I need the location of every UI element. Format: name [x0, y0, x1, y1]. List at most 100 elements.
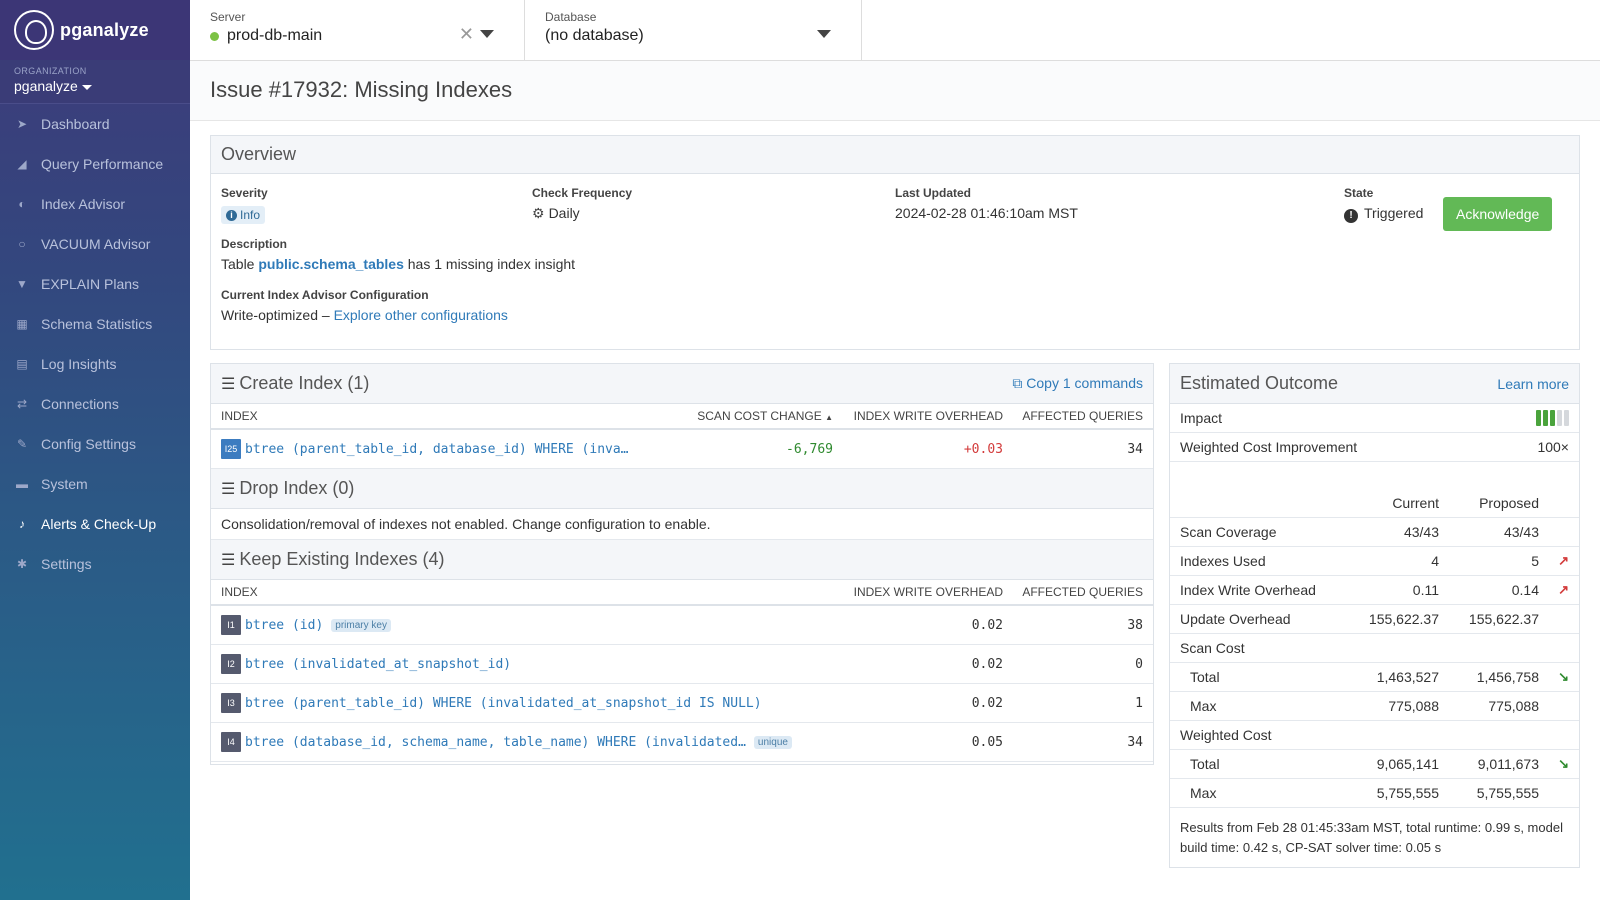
description-prefix: Table — [221, 256, 255, 272]
org-switcher[interactable]: ORGANIZATION pganalyze — [0, 60, 190, 104]
proposed-value: 155,622.37 — [1468, 611, 1539, 627]
log-icon: ▤ — [16, 357, 28, 371]
write-overhead: 0.02 — [971, 695, 1003, 711]
write-overhead: 0.05 — [971, 734, 1003, 750]
sidebar-item-vacuum-advisor[interactable]: ○ VACUUM Advisor — [0, 224, 190, 264]
affected-queries: 0 — [1135, 656, 1143, 672]
copy-commands-label: Copy 1 commands — [1026, 375, 1143, 391]
table-row[interactable]: I25 btree (parent_table_id, database_id)… — [211, 430, 1153, 469]
weighted-improvement-row: Weighted Cost Improvement 100× — [1170, 433, 1579, 462]
outcome-row: Scan Coverage 43/43 43/43 — [1170, 518, 1579, 547]
rocket-icon: ➤ — [16, 117, 28, 131]
outcome-label: Weighted Cost — [1180, 727, 1272, 743]
calendar-icon: ⚙ — [532, 205, 545, 221]
impact-bar — [1550, 410, 1555, 426]
sidebar: pganalyze ORGANIZATION pganalyze ➤ Dashbo… — [0, 0, 190, 900]
sidebar-item-label: VACUUM Advisor — [41, 236, 151, 252]
col-scan-cost[interactable]: SCAN COST CHANGE ▲ — [673, 409, 833, 423]
weighted-value: 100× — [1537, 439, 1569, 455]
logo[interactable]: pganalyze — [0, 0, 190, 60]
outcome-row: Max 5,755,555 5,755,555 — [1170, 779, 1579, 808]
sidebar-item-explain-plans[interactable]: ▼ EXPLAIN Plans — [0, 264, 190, 304]
learn-more-link[interactable]: Learn more — [1497, 376, 1569, 392]
chevron-down-icon[interactable] — [817, 30, 831, 38]
frequency-value: Daily — [548, 205, 580, 221]
table-row[interactable]: I3 btree (parent_table_id) WHERE (invalid… — [211, 684, 1153, 723]
col-write-overhead: INDEX WRITE OVERHEAD — [853, 585, 1003, 599]
table-row[interactable]: I1 btree (id) primary key 0.02 38 — [211, 606, 1153, 645]
sidebar-item-settings[interactable]: ✱ Settings — [0, 544, 190, 584]
sidebar-item-dashboard[interactable]: ➤ Dashboard — [0, 104, 190, 144]
index-type-badge: unique — [753, 735, 792, 749]
impact-bar — [1564, 410, 1569, 426]
sidebar-item-label: Alerts & Check-Up — [41, 516, 157, 532]
proposed-value: 5,755,555 — [1476, 785, 1539, 801]
drop-index-title: Drop Index (0) — [239, 478, 355, 498]
outcome-label: Update Overhead — [1180, 611, 1291, 627]
table-link[interactable]: public.schema_tables — [258, 256, 404, 272]
drop-index-icon: ☰ — [221, 480, 236, 498]
keep-index-title: Keep Existing Indexes (4) — [239, 549, 445, 569]
sidebar-item-index-advisor[interactable]: ◐ Index Advisor — [0, 184, 190, 224]
index-icon: ◐ — [18, 197, 26, 211]
table-icon: ▦ — [16, 317, 28, 331]
acknowledge-button[interactable]: Acknowledge — [1443, 197, 1553, 231]
index-definition-link[interactable]: btree (database_id, schema_name, table_n… — [245, 735, 746, 750]
updated-field: Last Updated 2024-02-28 01:46:10am MST — [895, 186, 1078, 221]
main-content: Issue #17932: Missing Indexes Overview S… — [190, 61, 1600, 900]
sidebar-item-label: Dashboard — [41, 116, 110, 132]
server-icon: ▬ — [16, 477, 28, 491]
overview-title: Overview — [211, 136, 1579, 174]
current-value: 0.11 — [1412, 582, 1439, 598]
scan-cost-change: -6,769 — [786, 441, 833, 457]
database-selector[interactable]: Database (no database) — [525, 0, 862, 60]
clear-icon[interactable]: ✕ — [459, 24, 474, 45]
wrench-icon: ✎ — [16, 437, 28, 451]
connections-icon: ⇄ — [16, 397, 28, 411]
index-definition-link[interactable]: btree (parent_table_id) WHERE (invalidat… — [245, 696, 762, 711]
sidebar-item-label: Query Performance — [41, 156, 164, 172]
explore-configurations-link[interactable]: Explore other configurations — [334, 307, 508, 323]
config-field: Current Index Advisor Configuration Writ… — [221, 288, 508, 323]
col-affected-queries: AFFECTED QUERIES — [1022, 409, 1143, 423]
create-index-table-header: INDEX SCAN COST CHANGE ▲ INDEX WRITE OVE… — [211, 404, 1153, 430]
col-current: Current — [1392, 495, 1439, 511]
severity-field: Severity i Info — [221, 186, 268, 224]
sidebar-item-query-performance[interactable]: ◢ Query Performance — [0, 144, 190, 184]
chevron-down-icon[interactable] — [480, 30, 494, 38]
impact-bar — [1557, 410, 1562, 426]
sidebar-item-connections[interactable]: ⇄ Connections — [0, 384, 190, 424]
index-type-badge: primary key — [331, 618, 391, 632]
sidebar-item-label: Settings — [41, 556, 92, 572]
create-index-icon: ☰ — [221, 376, 236, 393]
sidebar-item-system[interactable]: ▬ System — [0, 464, 190, 504]
col-index: INDEX — [221, 409, 258, 423]
caret-down-icon — [81, 84, 92, 90]
index-definition-link[interactable]: btree (parent_table_id, database_id) WHE… — [245, 442, 673, 457]
server-caption: Server — [210, 10, 246, 24]
severity-label: Severity — [221, 186, 268, 200]
server-selector[interactable]: Server prod-db-main ✕ — [190, 0, 525, 60]
sidebar-item-schema-statistics[interactable]: ▦ Schema Statistics — [0, 304, 190, 344]
filter-icon: ▼ — [16, 277, 28, 291]
sidebar-item-config-settings[interactable]: ✎ Config Settings — [0, 424, 190, 464]
table-row[interactable]: I2 btree (invalidated_at_snapshot_id) 0.02… — [211, 645, 1153, 684]
index-definition-link[interactable]: btree (id) — [245, 618, 323, 633]
copy-commands-button[interactable]: ⧉ Copy 1 commands — [1012, 375, 1143, 392]
pganalyze-logo-icon — [14, 10, 54, 50]
sidebar-item-alerts-check-up[interactable]: ♪ Alerts & Check-Up — [0, 504, 190, 544]
frequency-label: Check Frequency — [532, 186, 633, 200]
sidebar-item-log-insights[interactable]: ▤ Log Insights — [0, 344, 190, 384]
index-panel: ☰ Create Index (1) ⧉ Copy 1 commands INDE… — [210, 363, 1154, 765]
page-title: Issue #17932: Missing Indexes — [190, 61, 1600, 121]
impact-meter — [1536, 410, 1569, 426]
sidebar-nav: ➤ Dashboard ◢ Query Performance ◐ Index Advis… — [0, 104, 190, 584]
database-value: (no database) — [545, 27, 644, 44]
description-label: Description — [221, 237, 288, 251]
index-definition-link[interactable]: btree (invalidated_at_snapshot_id) — [245, 657, 511, 672]
impact-label: Impact — [1180, 410, 1223, 426]
status-dot-icon — [210, 31, 219, 41]
keep-index-header: ☰ Keep Existing Indexes (4) — [211, 540, 1153, 580]
table-row[interactable]: I4 btree (database_id, schema_name, table… — [211, 723, 1153, 762]
impact-row: Impact — [1170, 404, 1579, 433]
